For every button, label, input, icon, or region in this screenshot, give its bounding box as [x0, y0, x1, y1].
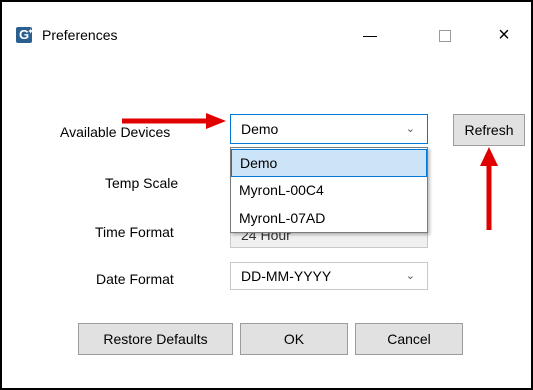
arrow-up-icon — [480, 147, 498, 230]
annotation-arrows — [122, 113, 498, 230]
arrow-right-icon — [122, 113, 226, 129]
